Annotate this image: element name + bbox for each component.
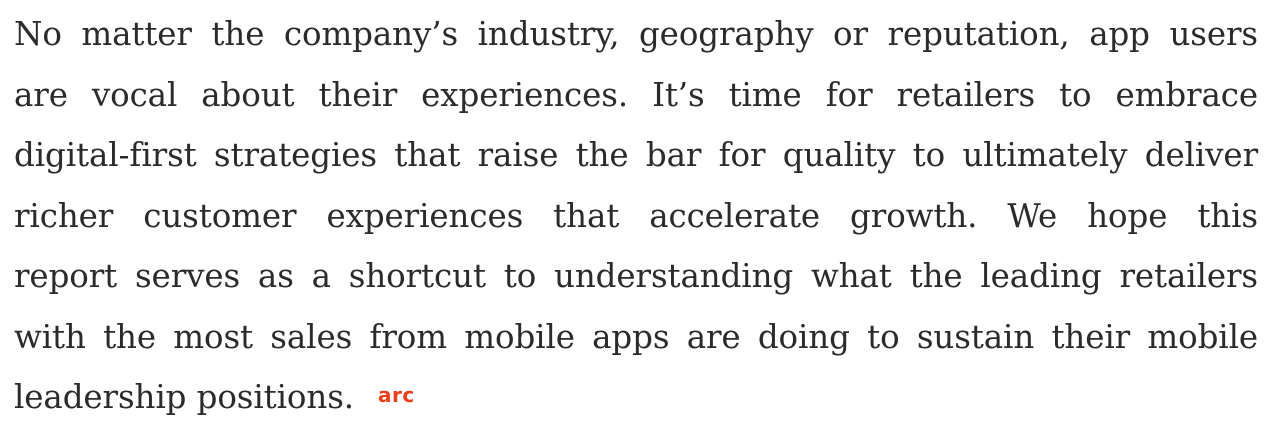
paragraph-line: No matter the company’s industry, geogra… [14, 15, 1258, 53]
paragraph-line: report serves as a shortcut to understan… [14, 257, 1258, 295]
paragraph-line: digital-first strategies that raise the … [14, 136, 1258, 174]
paragraph-last-line: leadership positions. arc [14, 367, 1258, 428]
paragraph-line: with the most sales from mobile apps are… [14, 317, 1258, 356]
paragraph-line-text: leadership positions. [14, 378, 355, 416]
paragraph-line: are vocal about their experiences. It’s … [14, 75, 1258, 114]
page: No matter the company’s industry, geogra… [0, 0, 1272, 432]
paragraph-line: richer customer experiences that acceler… [14, 196, 1258, 235]
arc-end-mark-logo: arc [378, 383, 415, 407]
body-paragraph: No matter the company’s industry, geogra… [14, 4, 1258, 428]
